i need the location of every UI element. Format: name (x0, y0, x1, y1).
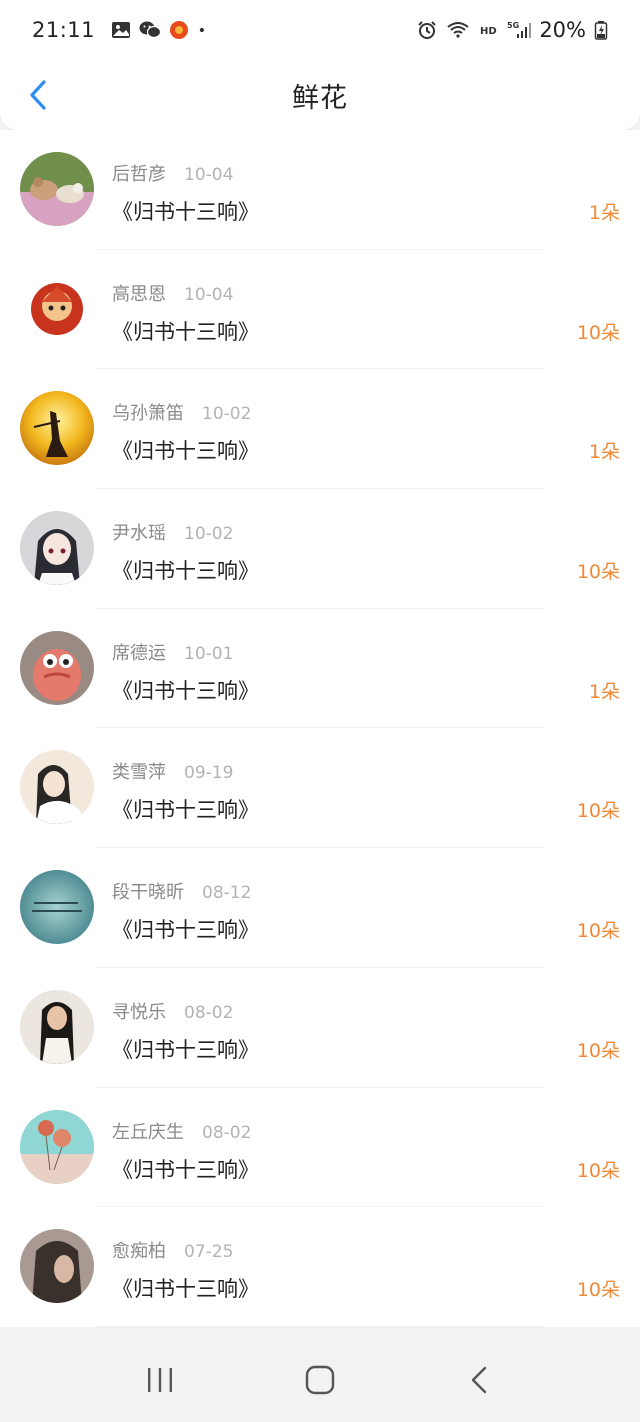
book-title: 《归书十三响》 (112, 200, 259, 224)
date: 10-02 (184, 524, 234, 545)
status-bar: 21:11 HD 5G 20% (0, 0, 640, 60)
avatar[interactable] (20, 870, 94, 945)
list-item[interactable]: 后哲彦 10-04 《归书十三响》 1朵 (0, 130, 640, 250)
svg-text:HD: HD (480, 26, 497, 37)
row-meta: 高思恩 10-04 (112, 280, 233, 306)
status-right-icons: HD 5G 20% (417, 18, 608, 42)
top-bar: 鲜花 (0, 60, 640, 130)
avatar[interactable] (20, 750, 94, 825)
row-meta: 段干晓昕 08-12 (112, 878, 251, 904)
list-item[interactable]: 左丘庆生 08-02 《归书十三响》 10朵 (0, 1088, 640, 1208)
user-name: 席德运 (112, 642, 166, 664)
user-name: 段干晓昕 (112, 882, 184, 904)
flower-amount: 1朵 (588, 441, 620, 464)
book-title: 《归书十三响》 (112, 1277, 259, 1302)
list-item[interactable]: 愈痴柏 07-25 《归书十三响》 10朵 (0, 1207, 640, 1327)
book-title: 《归书十三响》 (112, 319, 259, 344)
user-name: 寻悦乐 (112, 1001, 166, 1023)
battery-percent: 20% (539, 18, 586, 42)
flower-amount: 10朵 (576, 561, 620, 584)
home-icon (305, 1365, 335, 1395)
chevron-left-icon (30, 80, 46, 110)
flower-amount: 10朵 (576, 1159, 620, 1182)
date: 10-01 (184, 643, 234, 664)
status-time: 21:11 (32, 18, 96, 42)
recent-apps-icon (148, 1368, 172, 1392)
avatar[interactable] (20, 152, 94, 226)
row-meta: 寻悦乐 08-02 (112, 998, 233, 1024)
date: 10-04 (184, 165, 234, 185)
avatar[interactable] (20, 511, 94, 586)
back-button[interactable] (20, 77, 56, 113)
book-title: 《归书十三响》 (112, 439, 259, 464)
avatar[interactable] (20, 630, 94, 705)
list-item[interactable]: 席德运 10-01 《归书十三响》 1朵 (0, 609, 640, 729)
system-back-button[interactable] (450, 1350, 510, 1410)
hd-icon: HD (480, 26, 497, 37)
date: 07-25 (184, 1242, 234, 1263)
system-nav-bar (0, 1338, 640, 1422)
row-meta: 后哲彦 10-04 (112, 160, 233, 186)
user-name: 左丘庆生 (112, 1121, 184, 1143)
flower-amount: 10朵 (576, 800, 620, 823)
flower-amount: 1朵 (588, 680, 620, 703)
wifi-icon (447, 22, 469, 38)
date: 08-02 (202, 1122, 252, 1143)
book-title: 《归书十三响》 (112, 1037, 259, 1062)
row-meta: 席德运 10-01 (112, 639, 233, 665)
flower-amount: 10朵 (576, 1279, 620, 1302)
alarm-icon (418, 21, 437, 39)
battery-charging-icon (594, 21, 608, 40)
recent-apps-button[interactable] (130, 1350, 190, 1410)
row-meta: 乌孙箫笛 10-02 (112, 399, 251, 425)
status-left-icons (111, 20, 211, 40)
flower-amount: 10朵 (576, 1039, 620, 1062)
flower-record-list: 后哲彦 10-04 《归书十三响》 1朵 高思恩 10-04 《归书十三响》 1… (0, 130, 640, 1327)
home-button[interactable] (290, 1350, 350, 1410)
row-meta: 类雪萍 09-19 (112, 758, 233, 784)
avatar[interactable] (20, 1229, 94, 1304)
flower-amount: 10朵 (576, 920, 620, 943)
wechat-icon (139, 21, 162, 39)
dot-icon (199, 27, 205, 33)
list-item[interactable]: 乌孙箫笛 10-02 《归书十三响》 1朵 (0, 369, 640, 489)
user-name: 后哲彦 (112, 164, 166, 185)
date: 10-02 (202, 404, 252, 425)
avatar[interactable] (20, 1109, 94, 1184)
date: 09-19 (184, 763, 234, 784)
svg-text:5G: 5G (507, 21, 519, 30)
user-name: 尹水瑶 (112, 523, 166, 545)
list-item[interactable]: 高思恩 10-04 《归书十三响》 10朵 (0, 250, 640, 370)
row-meta: 尹水瑶 10-02 (112, 519, 233, 545)
page-title: 鲜花 (292, 82, 348, 114)
date: 08-02 (184, 1002, 234, 1023)
flower-amount: 10朵 (576, 321, 620, 344)
row-meta: 左丘庆生 08-02 (112, 1118, 251, 1144)
user-name: 类雪萍 (112, 762, 166, 784)
back-icon (471, 1366, 487, 1394)
book-title: 《归书十三响》 (112, 798, 259, 823)
signal-5g-icon: 5G (507, 21, 532, 38)
list-item[interactable]: 类雪萍 09-19 《归书十三响》 10朵 (0, 728, 640, 848)
avatar[interactable] (20, 989, 94, 1064)
avatar[interactable] (20, 391, 94, 466)
app-badge-icon (170, 21, 189, 39)
list-item[interactable]: 尹水瑶 10-02 《归书十三响》 10朵 (0, 489, 640, 609)
book-title: 《归书十三响》 (112, 918, 259, 943)
book-title: 《归书十三响》 (112, 1157, 259, 1182)
list-item[interactable]: 段干晓昕 08-12 《归书十三响》 10朵 (0, 848, 640, 968)
user-name: 乌孙箫笛 (112, 403, 184, 425)
gallery-icon (112, 22, 131, 38)
list-item[interactable]: 寻悦乐 08-02 《归书十三响》 10朵 (0, 968, 640, 1088)
avatar[interactable] (20, 271, 94, 346)
book-title: 《归书十三响》 (112, 559, 259, 584)
flower-amount: 1朵 (588, 202, 620, 224)
row-meta: 愈痴柏 07-25 (112, 1237, 233, 1263)
user-name: 愈痴柏 (112, 1241, 166, 1263)
date: 10-04 (184, 284, 234, 305)
user-name: 高思恩 (112, 283, 166, 305)
book-title: 《归书十三响》 (112, 678, 259, 703)
date: 08-12 (202, 883, 252, 904)
